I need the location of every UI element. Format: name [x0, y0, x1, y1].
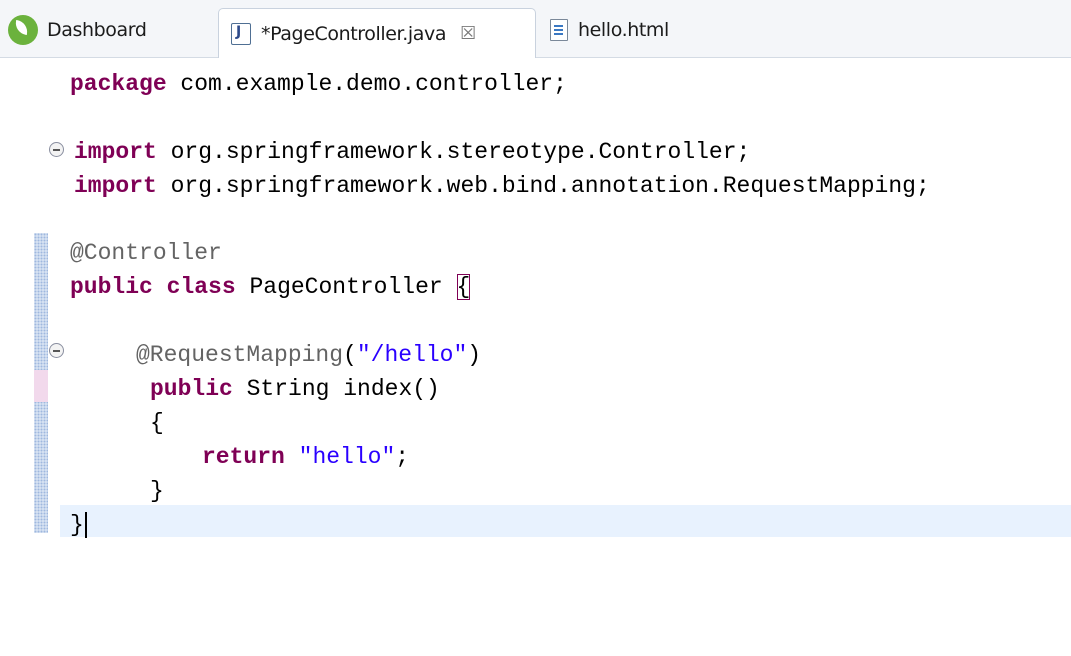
tab-dashboard-label: Dashboard [47, 19, 147, 41]
tab-page-controller-label: *PageController.java [261, 22, 447, 45]
code-line: @RequestMapping("/hello") [136, 342, 482, 368]
code-line: } [70, 508, 87, 542]
code-line: import org.springframework.web.bind.anno… [74, 173, 930, 199]
close-tab-icon[interactable]: ☒ [460, 23, 476, 44]
code-line: import org.springframework.stereotype.Co… [74, 139, 751, 165]
code-line: return "hello"; [202, 444, 410, 470]
current-line-highlight [60, 505, 1071, 537]
code-line: } [150, 478, 164, 504]
html-file-icon [550, 19, 568, 41]
tab-hello-html-label: hello.html [578, 19, 669, 41]
matching-bracket: { [456, 274, 471, 300]
spring-leaf-icon [8, 15, 38, 45]
code-editor[interactable]: package com.example.demo.controller; imp… [0, 58, 1071, 538]
code-line: package com.example.demo.controller; [70, 71, 567, 97]
java-file-icon [231, 22, 251, 45]
code-line: public String index() [150, 376, 440, 402]
code-text: package com.example.demo.controller; imp… [0, 58, 930, 656]
text-caret [84, 511, 87, 538]
tab-dashboard[interactable]: Dashboard [8, 10, 147, 50]
tab-hello-html[interactable]: hello.html [550, 10, 669, 50]
code-line: @Controller [70, 240, 222, 266]
code-line: { [150, 410, 164, 436]
tab-page-controller-java[interactable]: *PageController.java ☒ [218, 8, 536, 58]
editor-tab-bar: Dashboard *PageController.java ☒ hello.h… [0, 0, 1071, 58]
code-line: public class PageController { [70, 274, 471, 300]
